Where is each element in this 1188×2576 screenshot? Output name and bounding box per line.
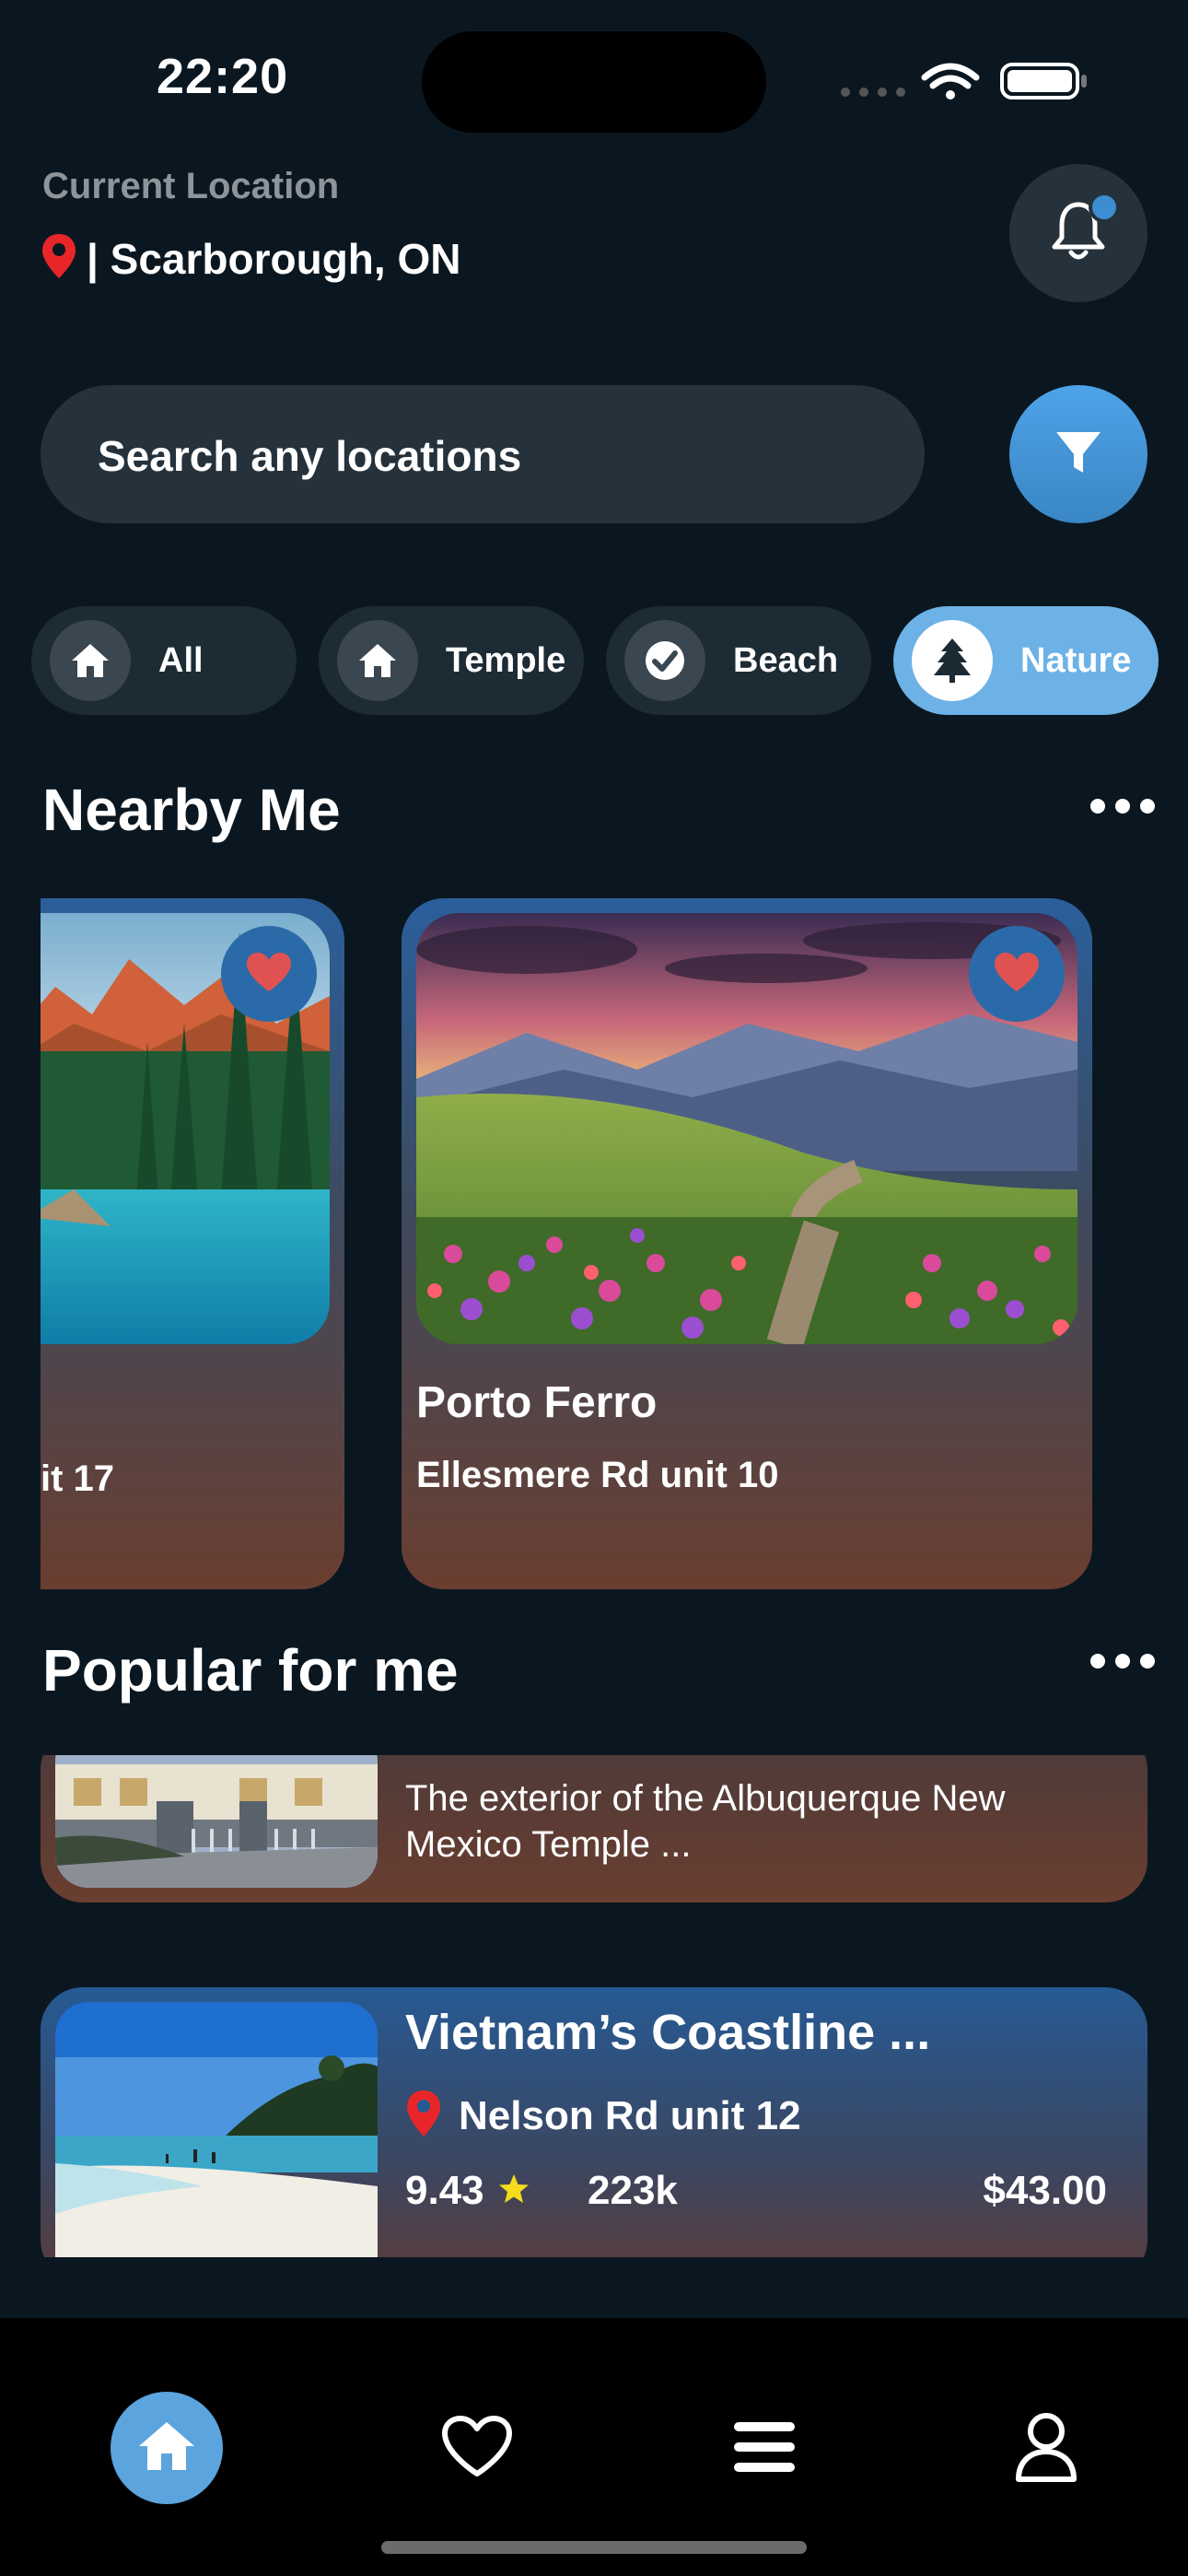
nav-favorites-button[interactable]: [438, 2410, 516, 2488]
category-label: Nature: [1020, 640, 1132, 680]
current-location[interactable]: | Scarborough, ON: [41, 232, 460, 285]
cellular-signal-icon: [841, 88, 905, 97]
popular-item-address: Nelson Rd unit 12: [459, 2092, 801, 2138]
heart-icon: [245, 951, 293, 998]
category-chip-beach[interactable]: Beach: [606, 606, 871, 715]
place-title: Porto Ferro: [416, 1378, 658, 1427]
rating-value: 9.43: [405, 2168, 484, 2213]
search-placeholder: Search any locations: [98, 432, 522, 480]
notification-badge: [1089, 192, 1120, 223]
user-icon: [1015, 2411, 1077, 2488]
home-icon: [337, 620, 418, 701]
nearby-card[interactable]: it 17: [41, 898, 344, 1589]
notifications-button[interactable]: [1009, 164, 1147, 302]
place-image: [55, 2002, 378, 2257]
status-icons: [840, 59, 1089, 101]
popular-list[interactable]: The exterior of the Albuquerque New Mexi…: [41, 1755, 1147, 2257]
category-label: Beach: [733, 640, 839, 680]
place-image: [55, 1755, 378, 1888]
popular-item-views: 223k: [588, 2168, 678, 2213]
popular-item-location: Nelson Rd unit 12: [405, 2089, 801, 2143]
popular-item-title: Vietnam’s Coastline ...: [405, 2005, 931, 2060]
dynamic-island: [422, 31, 766, 133]
wifi-icon: [921, 63, 980, 100]
popular-item[interactable]: The exterior of the Albuquerque New Mexi…: [41, 1755, 1147, 1903]
popular-item[interactable]: Vietnam’s Coastline ... Nelson Rd unit 1…: [41, 1987, 1147, 2257]
category-label: Temple: [446, 640, 566, 680]
category-chip-all[interactable]: All: [31, 606, 297, 715]
popular-item-rating: 9.43: [405, 2168, 530, 2214]
search-input[interactable]: Search any locations: [41, 385, 925, 523]
star-icon: [497, 2172, 530, 2210]
popular-section-title: Popular for me: [42, 1637, 459, 1704]
favorite-button[interactable]: [221, 926, 317, 1022]
current-location-label: Current Location: [42, 166, 340, 206]
place-address: Ellesmere Rd unit 10: [416, 1455, 779, 1495]
filter-icon: [1053, 427, 1104, 483]
favorite-button[interactable]: [969, 926, 1065, 1022]
battery-icon: [1000, 63, 1087, 100]
nav-home-button[interactable]: [111, 2392, 223, 2504]
popular-more-button[interactable]: [1090, 1647, 1155, 1675]
nearby-carousel[interactable]: it 17 Porto Ferro Ellesmere Rd unit 10: [41, 898, 1188, 1598]
check-circle-icon: [624, 620, 705, 701]
map-pin-icon: [41, 232, 77, 285]
tree-icon: [912, 620, 993, 701]
popular-item-text: The exterior of the Albuquerque New Mexi…: [405, 1778, 1006, 1865]
status-time: 22:20: [157, 49, 289, 104]
category-label: All: [158, 640, 204, 680]
nearby-section-title: Nearby Me: [42, 777, 341, 843]
heart-icon: [993, 951, 1041, 998]
home-icon: [50, 620, 131, 701]
nearby-card[interactable]: Porto Ferro Ellesmere Rd unit 10: [402, 898, 1092, 1589]
heart-icon: [441, 2415, 513, 2484]
nearby-more-button[interactable]: [1090, 792, 1155, 820]
nav-profile-button[interactable]: [1007, 2410, 1085, 2488]
category-chip-temple[interactable]: Temple: [319, 606, 584, 715]
filter-button[interactable]: [1009, 385, 1147, 523]
home-icon: [136, 2418, 197, 2478]
category-chip-nature[interactable]: Nature: [893, 606, 1159, 715]
place-address: it 17: [41, 1458, 115, 1499]
nav-menu-button[interactable]: [726, 2410, 803, 2488]
popular-item-price: $43.00: [983, 2168, 1107, 2213]
map-pin-icon: [405, 2089, 442, 2143]
current-location-value: | Scarborough, ON: [87, 234, 461, 283]
menu-icon: [732, 2420, 797, 2478]
home-indicator: [381, 2541, 807, 2554]
